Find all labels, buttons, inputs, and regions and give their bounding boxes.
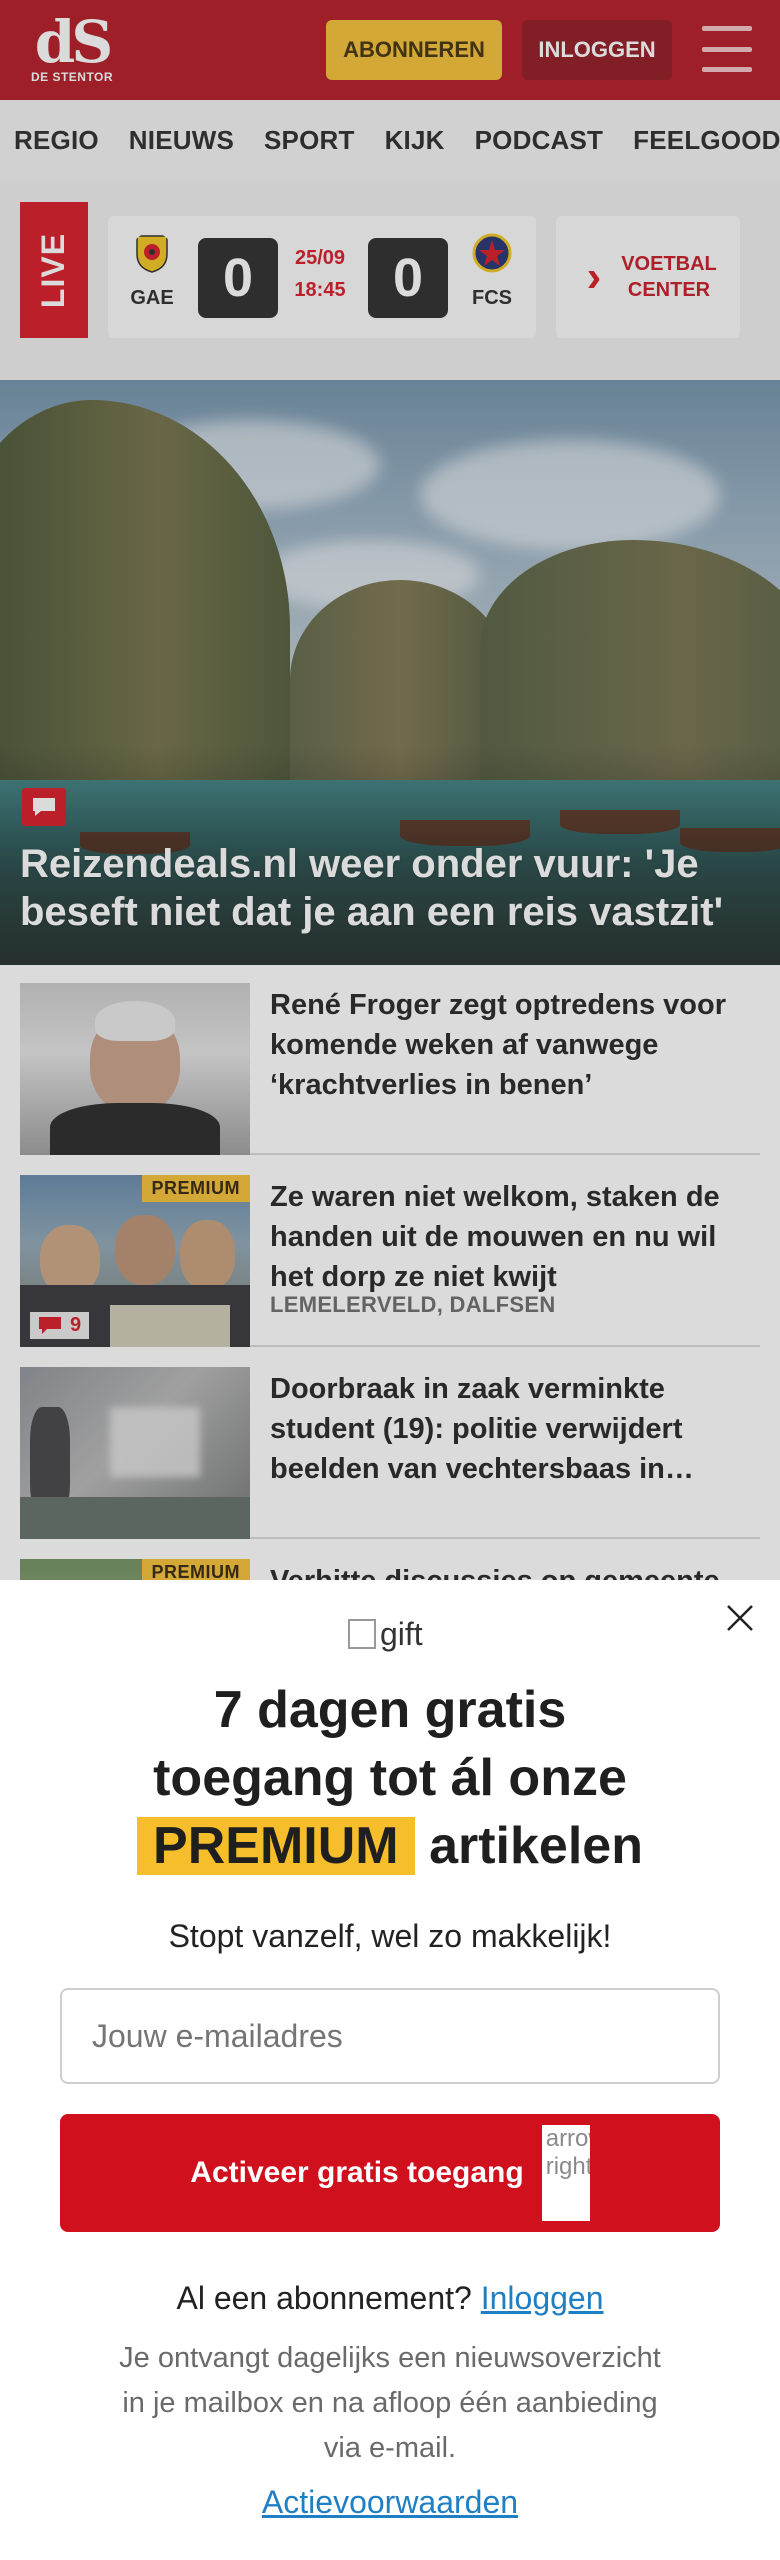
email-field[interactable] <box>60 1988 720 2084</box>
premium-highlight: PREMIUM <box>137 1817 415 1875</box>
nav-item-sport[interactable]: SPORT <box>264 125 355 156</box>
comment-icon <box>22 788 66 826</box>
login-link[interactable]: Inloggen <box>481 2280 604 2316</box>
hero-article[interactable]: Reizendeals.nl weer onder vuur: 'Je bese… <box>0 380 780 965</box>
site-header: dS DE STENTOR ABONNEREN INLOGGEN <box>0 0 780 100</box>
chevron-right-icon: › <box>586 252 602 301</box>
voetbal-center-link[interactable]: › VOETBAL CENTER <box>556 216 740 338</box>
live-badge: LIVE <box>20 202 88 338</box>
comment-count: 9 <box>30 1312 90 1339</box>
activate-trial-label: Activeer gratis toegang <box>190 2156 524 2189</box>
voetbal-center-label: VOETBAL CENTER <box>621 253 717 301</box>
match-datetime: 25/09 18:45 <box>280 242 360 306</box>
arrow-right-icon: arrow-right <box>541 2125 590 2221</box>
terms-link[interactable]: Actievoorwaarden <box>0 2484 780 2521</box>
menu-icon[interactable] <box>700 24 754 74</box>
home-team-code: GAE <box>130 287 174 309</box>
article-thumbnail <box>20 983 250 1155</box>
match-time: 18:45 <box>294 279 346 301</box>
live-scores: LIVE GAE 0 25/09 18:45 0 FCS › VOETBAL C… <box>0 180 780 380</box>
match-date: 25/09 <box>294 247 346 269</box>
premium-badge: PREMIUM <box>141 1175 250 1202</box>
modal-heading: 7 dagen gratis toegang tot ál onze PREMI… <box>0 1676 780 1880</box>
nav-item-podcast[interactable]: PODCAST <box>475 125 604 156</box>
nav-item-feelgood[interactable]: FEELGOOD <box>633 125 780 156</box>
subscribe-button[interactable]: ABONNEREN <box>326 20 502 80</box>
match-card[interactable]: GAE 0 25/09 18:45 0 FCS <box>108 216 536 338</box>
close-icon[interactable] <box>724 1602 756 1634</box>
away-team-crest-icon <box>472 233 512 273</box>
nav-item-kijk[interactable]: KIJK <box>385 125 445 156</box>
away-team: FCS <box>462 232 522 310</box>
home-score: 0 <box>198 238 278 318</box>
home-team-crest-icon <box>136 235 168 273</box>
article-title[interactable]: René Froger zegt optredens voor komende … <box>270 985 760 1105</box>
article-title[interactable]: Ze waren niet welkom, staken de handen u… <box>270 1177 760 1297</box>
modal-subheading: Stopt vanzelf, wel zo makkelijk! <box>168 1918 612 1954</box>
comment-icon <box>39 1316 61 1334</box>
premium-trial-modal: gift 7 dagen gratis toegang tot ál onze … <box>0 1580 780 2560</box>
home-team: GAE <box>122 232 182 310</box>
list-item[interactable]: René Froger zegt optredens voor komende … <box>20 965 760 1155</box>
article-thumbnail <box>20 1367 250 1539</box>
gift-icon: gift <box>348 1612 438 1656</box>
article-list: René Froger zegt optredens voor komende … <box>0 965 780 1731</box>
article-location: LEMELERVELD, DALFSEN <box>270 1292 556 1317</box>
login-button[interactable]: INLOGGEN <box>522 20 672 80</box>
logo-text: DE STENTOR <box>30 70 114 84</box>
section-nav: REGIO NIEUWS SPORT KIJK PODCAST FEELGOOD <box>0 100 780 180</box>
article-title[interactable]: Doorbraak in zaak verminkte student (19)… <box>270 1369 760 1489</box>
already-subscribed: Al een abonnement? Inloggen <box>176 2280 604 2316</box>
activate-trial-button[interactable]: Activeer gratis toegang arrow-right <box>60 2114 720 2232</box>
list-item[interactable]: Doorbraak in zaak verminkte student (19)… <box>20 1349 760 1539</box>
hero-title[interactable]: Reizendeals.nl weer onder vuur: 'Je bese… <box>20 840 760 936</box>
away-score: 0 <box>368 238 448 318</box>
nav-item-nieuws[interactable]: NIEUWS <box>129 125 234 156</box>
logo-mark: dS <box>34 8 113 76</box>
disclaimer-text: Je ontvangt dagelijks een nieuwsoverzich… <box>119 2342 661 2464</box>
nav-item-regio[interactable]: REGIO <box>14 125 99 156</box>
site-logo[interactable]: dS DE STENTOR <box>26 12 118 88</box>
list-item[interactable]: 9 PREMIUM Ze waren niet welkom, staken d… <box>20 1157 760 1347</box>
away-team-code: FCS <box>472 287 512 309</box>
